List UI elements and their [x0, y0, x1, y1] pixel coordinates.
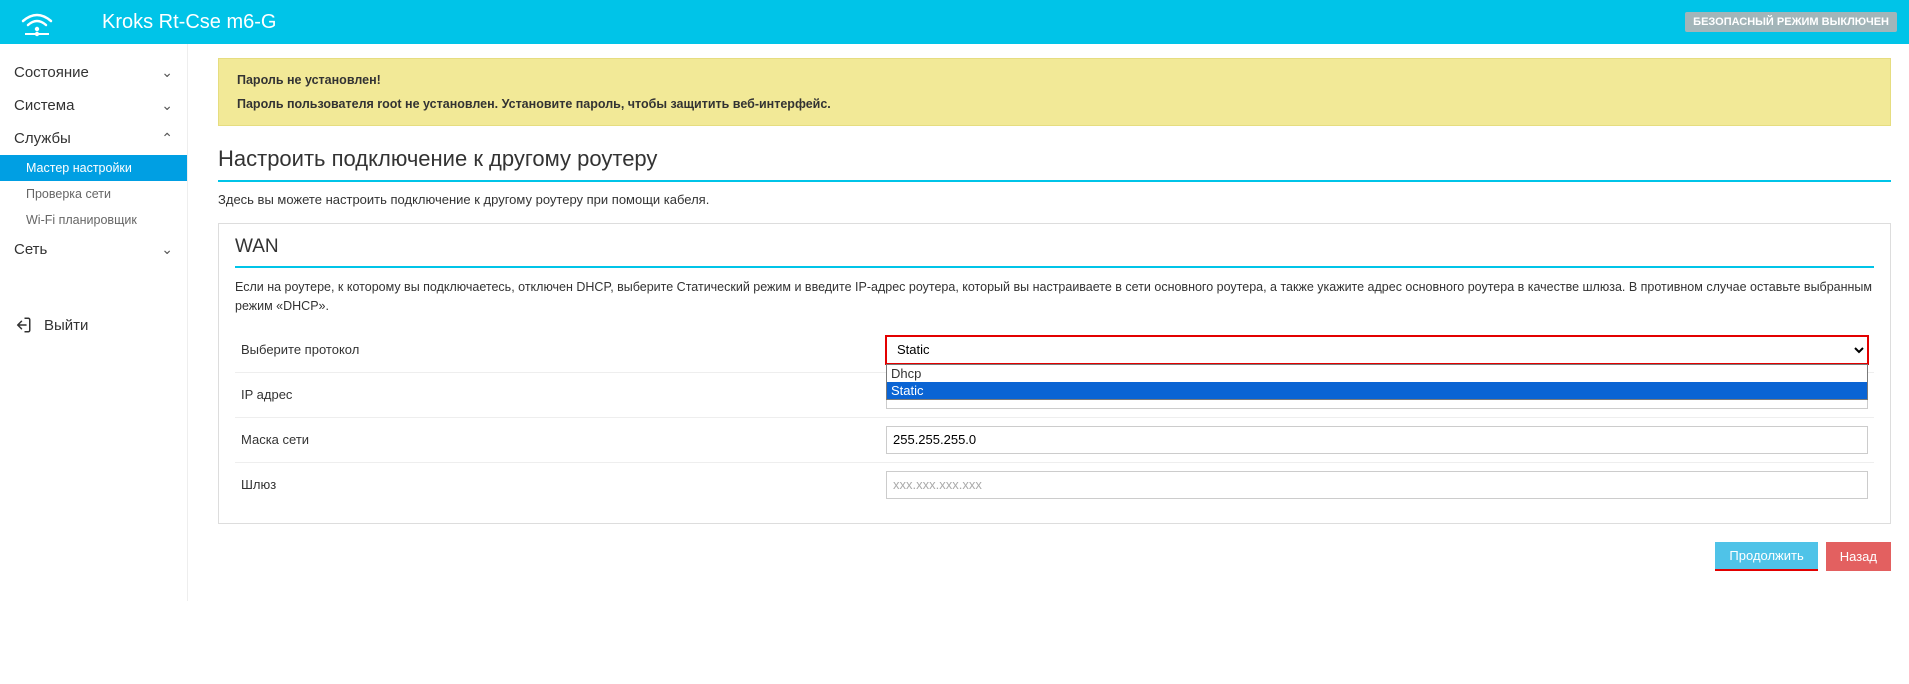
- brand-logo: [12, 0, 62, 44]
- back-button[interactable]: Назад: [1826, 542, 1891, 571]
- nav-label: Состояние: [14, 64, 89, 81]
- protocol-option-static[interactable]: Static: [887, 382, 1867, 399]
- label-protocol: Выберите протокол: [241, 342, 886, 357]
- sidebar: Состояние ⌄ Система ⌄ Службы ⌃ Мастер на…: [0, 44, 188, 601]
- section-desc: Здесь вы можете настроить подключение к …: [218, 192, 1891, 207]
- nav-sub-label: Проверка сети: [26, 187, 111, 201]
- chevron-up-icon: ⌃: [161, 130, 173, 147]
- nav-label: Службы: [14, 130, 71, 147]
- label-ip: IP адрес: [241, 387, 886, 402]
- nav-sub-label: Wi-Fi планировщик: [26, 213, 137, 227]
- panel-underline: [235, 266, 1874, 268]
- protocol-dropdown-list: Dhcp Static: [886, 364, 1868, 400]
- main-content: Пароль не установлен! Пароль пользовател…: [188, 44, 1909, 601]
- nav-sub-label: Мастер настройки: [26, 161, 132, 175]
- gateway-control: [886, 471, 1868, 499]
- nav-exit-label: Выйти: [44, 317, 88, 334]
- alert-body: Пароль пользователя root не установлен. …: [237, 97, 1872, 111]
- alert-title: Пароль не установлен!: [237, 73, 1872, 87]
- footer-buttons: Продолжить Назад: [218, 542, 1891, 571]
- chevron-down-icon: ⌄: [161, 97, 173, 114]
- nav-exit[interactable]: Выйти: [0, 306, 187, 344]
- panel-desc: Если на роутере, к которому вы подключае…: [235, 278, 1874, 316]
- nav-label: Сеть: [14, 241, 47, 258]
- gateway-input[interactable]: [886, 471, 1868, 499]
- label-gateway: Шлюз: [241, 477, 886, 492]
- chevron-down-icon: ⌄: [161, 241, 173, 258]
- protocol-option-dhcp[interactable]: Dhcp: [887, 365, 1867, 382]
- app-header: Kroks Rt-Cse m6-G БЕЗОПАСНЫЙ РЕЖИМ ВЫКЛЮ…: [0, 0, 1909, 44]
- continue-button[interactable]: Продолжить: [1715, 542, 1817, 571]
- mask-input[interactable]: [886, 426, 1868, 454]
- nav-sub-setup-wizard[interactable]: Мастер настройки: [0, 155, 187, 181]
- nav-item-services[interactable]: Службы ⌃: [0, 122, 187, 155]
- wan-panel: WAN Если на роутере, к которому вы подкл…: [218, 223, 1891, 524]
- security-mode-badge: БЕЗОПАСНЫЙ РЕЖИМ ВЫКЛЮЧЕН: [1685, 12, 1897, 32]
- nav-sub-wifi-scheduler[interactable]: Wi-Fi планировщик: [0, 207, 187, 233]
- section-title: Настроить подключение к другому роутеру: [218, 146, 1891, 172]
- nav-item-network[interactable]: Сеть ⌄: [0, 233, 187, 266]
- panel-title: WAN: [235, 236, 1874, 258]
- mask-control: [886, 426, 1868, 454]
- title-underline: [218, 180, 1891, 182]
- protocol-control: Static Dhcp Static: [886, 336, 1868, 364]
- row-protocol: Выберите протокол Static Dhcp Static: [235, 328, 1874, 373]
- protocol-select[interactable]: Static: [886, 336, 1868, 364]
- row-gateway: Шлюз: [235, 463, 1874, 507]
- nav-item-status[interactable]: Состояние ⌄: [0, 56, 187, 89]
- app-title: Kroks Rt-Cse m6-G: [102, 11, 276, 34]
- password-alert: Пароль не установлен! Пароль пользовател…: [218, 58, 1891, 126]
- chevron-down-icon: ⌄: [161, 64, 173, 81]
- nav-item-system[interactable]: Система ⌄: [0, 89, 187, 122]
- exit-icon: [14, 316, 32, 334]
- nav-label: Система: [14, 97, 74, 114]
- row-mask: Маска сети: [235, 418, 1874, 463]
- label-mask: Маска сети: [241, 432, 886, 447]
- nav-sub-network-check[interactable]: Проверка сети: [0, 181, 187, 207]
- wifi-logo-icon: [19, 7, 55, 37]
